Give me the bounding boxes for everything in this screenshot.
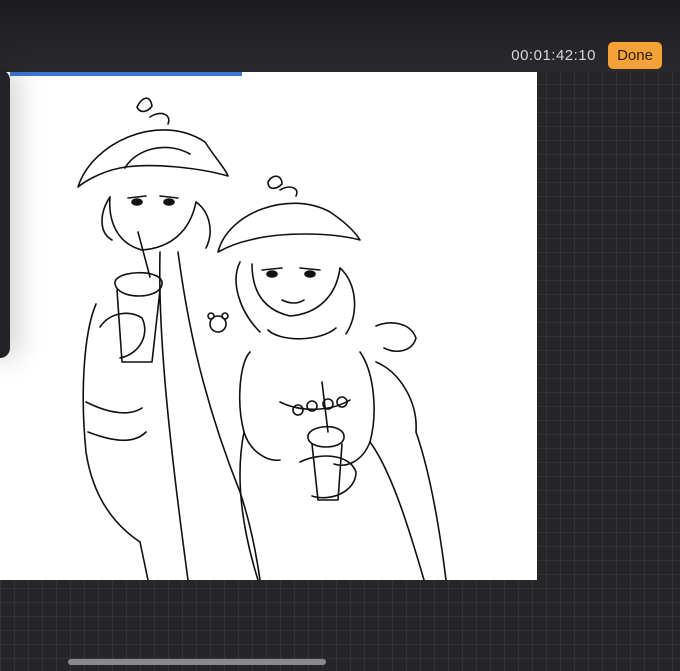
- line-art-illustration: [77, 97, 447, 580]
- artwork-canvas[interactable]: [0, 72, 537, 580]
- right-cup-lid: [307, 426, 345, 448]
- export-progress-fill: [10, 72, 242, 76]
- right-hat: [217, 202, 361, 253]
- right-face: [251, 263, 341, 317]
- top-bar: 00:01:42:10 Done: [0, 0, 680, 72]
- left-face: [108, 196, 197, 251]
- export-progress-bar: [10, 72, 537, 76]
- home-indicator[interactable]: [68, 659, 326, 665]
- left-straw: [137, 231, 151, 278]
- timelapse-export-screen: 00:01:42:10 Done: [0, 0, 680, 671]
- timelapse-timer: 00:01:42:10: [511, 47, 596, 64]
- side-tool-panel[interactable]: [0, 70, 10, 358]
- right-straw: [321, 381, 329, 433]
- left-hat: [77, 129, 229, 188]
- left-cup-lid: [114, 271, 163, 297]
- done-button[interactable]: Done: [608, 42, 662, 69]
